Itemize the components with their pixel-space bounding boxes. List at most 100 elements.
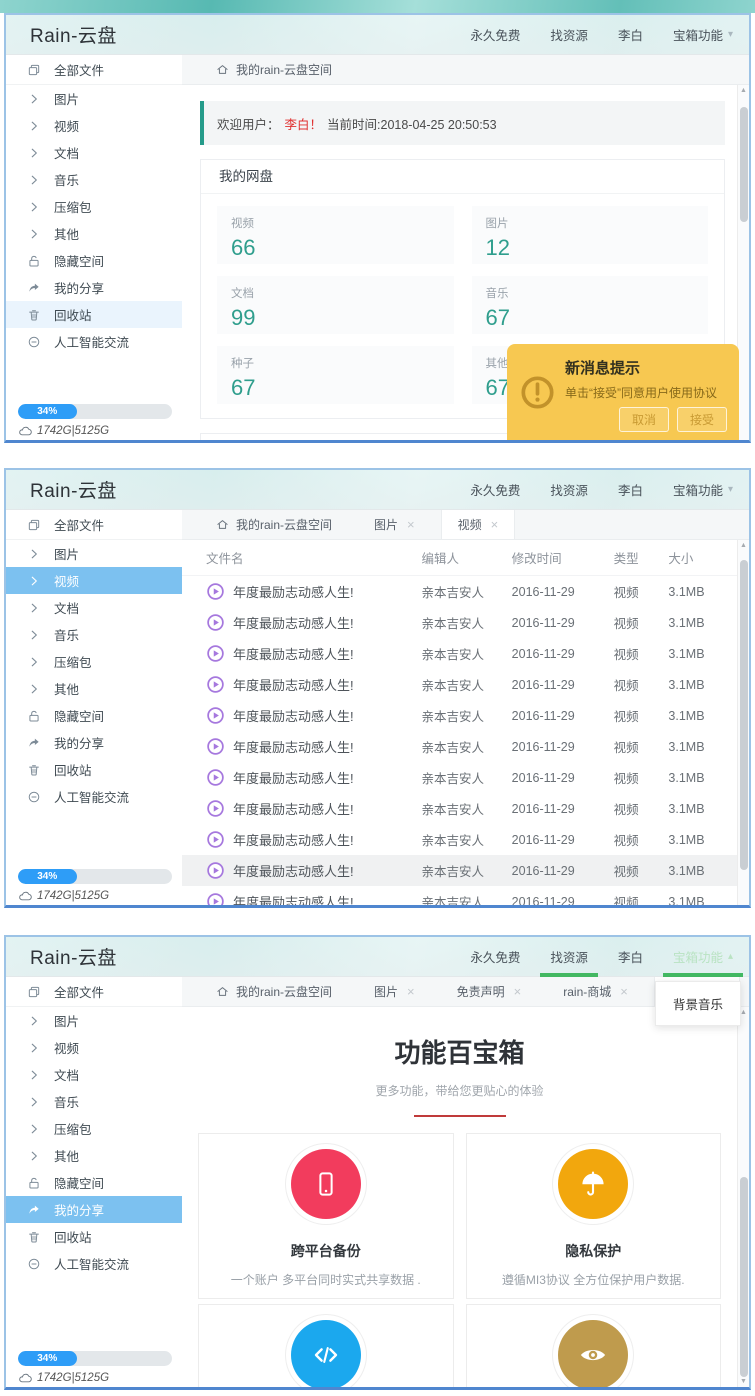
close-icon[interactable] (407, 985, 415, 998)
stat-value: 66 (231, 235, 440, 261)
sidebar-item-images[interactable]: 图片 (6, 540, 182, 567)
close-icon[interactable] (491, 518, 499, 531)
sidebar-item-videos[interactable]: 视频 (6, 112, 182, 139)
phone-icon (311, 1169, 341, 1199)
nav-treasure-features[interactable]: 宝箱功能 ▾ (673, 15, 733, 54)
scrollbar-thumb[interactable] (740, 107, 748, 222)
nav-find-resources[interactable]: 找资源 (550, 470, 588, 509)
sidebar-item-ai-chat[interactable]: 人工智能交流 (6, 328, 182, 355)
sidebar-item-all-files[interactable]: 全部文件 (6, 55, 182, 85)
play-icon[interactable] (206, 892, 225, 905)
sidebar-item-all-files[interactable]: 全部文件 (6, 510, 182, 540)
tab-rain-mall[interactable]: rain-商城 (547, 977, 644, 1006)
sidebar-item-recycle-bin[interactable]: 回收站 (6, 1223, 182, 1250)
table-row[interactable]: 年度最励志动感人生! 亲本吉安人 2016-11-29 视频 3.1MB (182, 824, 737, 855)
sidebar-item-archives[interactable]: 压缩包 (6, 1115, 182, 1142)
play-icon[interactable] (206, 706, 225, 725)
nav-free-forever[interactable]: 永久免费 (470, 470, 520, 509)
sidebar-item-all-files[interactable]: 全部文件 (6, 977, 182, 1007)
sidebar-item-documents[interactable]: 文档 (6, 139, 182, 166)
feature-privacy-protection[interactable]: 隐私保护 遵循MI3协议 全方位保护用户数据. (466, 1133, 722, 1299)
scrollbar[interactable] (737, 1007, 749, 1387)
play-icon[interactable] (206, 613, 225, 632)
feature-cross-platform-backup[interactable]: 跨平台备份 一个账户 多平台同时实式共享数据 . (198, 1133, 454, 1299)
sidebar-item-ai-chat[interactable]: 人工智能交流 (6, 783, 182, 810)
nav-treasure-features[interactable]: 宝箱功能 ▴ (673, 937, 733, 976)
sidebar-item-my-shares[interactable]: 我的分享 (6, 729, 182, 756)
scrollbar[interactable] (737, 540, 749, 905)
scrollbar-thumb[interactable] (740, 1177, 748, 1377)
nav-user[interactable]: 李白 (618, 15, 643, 54)
sidebar-item-recycle-bin[interactable]: 回收站 (6, 756, 182, 783)
sidebar-item-ai-chat[interactable]: 人工智能交流 (6, 1250, 182, 1277)
cancel-button[interactable]: 取消 (619, 407, 669, 432)
scroll-up-icon[interactable] (738, 542, 749, 549)
play-icon[interactable] (206, 644, 225, 663)
play-icon[interactable] (206, 861, 225, 880)
tab-images[interactable]: 图片 (358, 977, 431, 1006)
table-row[interactable]: 年度最励志动感人生! 亲本吉安人 2016-11-29 视频 3.1MB (182, 886, 737, 905)
sidebar-item-my-shares[interactable]: 我的分享 (6, 274, 182, 301)
tab-disclaimer[interactable]: 免责声明 (441, 977, 538, 1006)
close-icon[interactable] (407, 518, 415, 531)
sidebar-item-images[interactable]: 图片 (6, 1007, 182, 1034)
scrollbar-thumb[interactable] (740, 560, 748, 870)
table-row[interactable]: 年度最励志动感人生! 亲本吉安人 2016-11-29 视频 3.1MB (182, 607, 737, 638)
nav-user[interactable]: 李白 (618, 470, 643, 509)
tab-home[interactable]: 我的rain-云盘空间 (200, 977, 348, 1006)
table-row[interactable]: 年度最励志动感人生! 亲本吉安人 2016-11-29 视频 3.1MB (182, 793, 737, 824)
nav-user[interactable]: 李白 (618, 937, 643, 976)
table-row[interactable]: 年度最励志动感人生! 亲本吉安人 2016-11-29 视频 3.1MB (182, 762, 737, 793)
feature-plugin-support[interactable]: 支持插件 (198, 1304, 454, 1387)
sidebar-item-hidden-space[interactable]: 隐藏空间 (6, 247, 182, 274)
sidebar-item-images[interactable]: 图片 (6, 85, 182, 112)
sidebar-item-videos[interactable]: 视频 (6, 567, 182, 594)
sidebar-item-documents[interactable]: 文档 (6, 594, 182, 621)
file-name: 年度最励志动感人生! (233, 892, 354, 905)
sidebar-item-documents[interactable]: 文档 (6, 1061, 182, 1088)
nav-free-forever[interactable]: 永久免费 (470, 937, 520, 976)
tab-home[interactable]: 我的rain-云盘空间 (200, 55, 348, 84)
table-row[interactable]: 年度最励志动感人生! 亲本吉安人 2016-11-29 视频 3.1MB (182, 700, 737, 731)
sidebar-item-hidden-space[interactable]: 隐藏空间 (6, 1169, 182, 1196)
table-row[interactable]: 年度最励志动感人生! 亲本吉安人 2016-11-29 视频 3.1MB (182, 731, 737, 762)
table-row[interactable]: 年度最励志动感人生! 亲本吉安人 2016-11-29 视频 3.1MB (182, 669, 737, 700)
play-icon[interactable] (206, 675, 225, 694)
sidebar-item-videos[interactable]: 视频 (6, 1034, 182, 1061)
accept-button[interactable]: 接受 (677, 407, 727, 432)
sidebar-item-others[interactable]: 其他 (6, 220, 182, 247)
tab-videos[interactable]: 视频 (441, 510, 516, 539)
play-icon[interactable] (206, 582, 225, 601)
dropdown-background-music[interactable]: 背景音乐 (655, 981, 741, 1026)
table-row[interactable]: 年度最励志动感人生! 亲本吉安人 2016-11-29 视频 3.1MB (182, 855, 737, 886)
tab-images[interactable]: 图片 (358, 510, 431, 539)
sidebar-item-hidden-space[interactable]: 隐藏空间 (6, 702, 182, 729)
nav-find-resources[interactable]: 找资源 (550, 937, 588, 976)
close-icon[interactable] (514, 985, 522, 998)
table-row[interactable]: 年度最励志动感人生! 亲本吉安人 2016-11-29 视频 3.1MB (182, 576, 737, 607)
play-icon[interactable] (206, 768, 225, 787)
play-icon[interactable] (206, 737, 225, 756)
sidebar-item-others[interactable]: 其他 (6, 675, 182, 702)
sidebar-item-music[interactable]: 音乐 (6, 166, 182, 193)
sidebar-item-others[interactable]: 其他 (6, 1142, 182, 1169)
sidebar-item-music[interactable]: 音乐 (6, 1088, 182, 1115)
sidebar: 全部文件 图片 视频 文档 (6, 977, 182, 1387)
nav-find-resources[interactable]: 找资源 (550, 15, 588, 54)
play-icon[interactable] (206, 799, 225, 818)
table-row[interactable]: 年度最励志动感人生! 亲本吉安人 2016-11-29 视频 3.1MB (182, 638, 737, 669)
scroll-up-icon[interactable] (738, 87, 749, 94)
sidebar-item-recycle-bin[interactable]: 回收站 (6, 301, 182, 328)
sidebar-item-music[interactable]: 音乐 (6, 621, 182, 648)
close-icon[interactable] (620, 985, 628, 998)
tab-home[interactable]: 我的rain-云盘空间 (200, 510, 348, 539)
sidebar-item-my-shares[interactable]: 我的分享 (6, 1196, 182, 1223)
scroll-down-icon[interactable] (738, 1378, 749, 1385)
nav-treasure-features[interactable]: 宝箱功能 ▾ (673, 470, 733, 509)
sidebar-item-archives[interactable]: 压缩包 (6, 193, 182, 220)
chat-icon (27, 1257, 41, 1271)
feature-visit-trace-view[interactable]: 访问痕迹查看 (466, 1304, 722, 1387)
sidebar-item-archives[interactable]: 压缩包 (6, 648, 182, 675)
nav-free-forever[interactable]: 永久免费 (470, 15, 520, 54)
play-icon[interactable] (206, 830, 225, 849)
